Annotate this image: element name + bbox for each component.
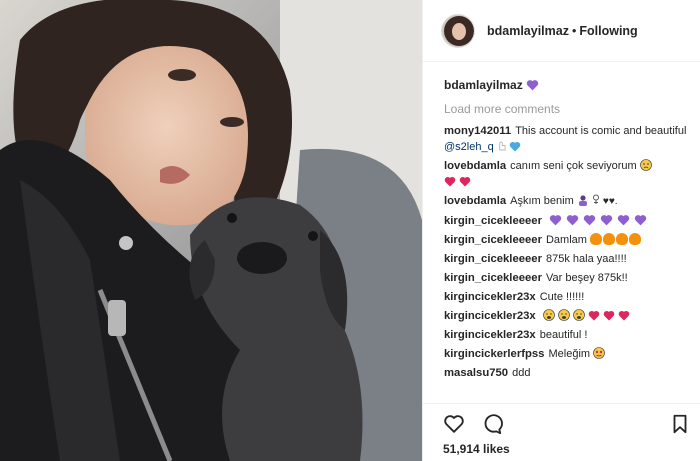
comment-item: kirgin_cicekleeeer 875k hala yaa!!!! (444, 251, 694, 267)
heart-eyes-face-icon (593, 347, 605, 359)
speech-bubble-icon[interactable] (481, 413, 503, 435)
caption-username[interactable]: bdamlayilmaz (444, 78, 523, 92)
load-more-comments-link[interactable]: Load more comments (444, 100, 694, 118)
crying-face-icon (558, 309, 570, 321)
comment-username[interactable]: kirgin_cicekleeeer (444, 253, 542, 265)
red-heart-icon (618, 310, 630, 321)
comment-text: This account is comic and beautiful (515, 125, 687, 137)
hand-icon (499, 141, 506, 151)
comment-text: beautiful ! (539, 329, 588, 341)
comment-username[interactable]: kirgin_cicekleeeer (444, 215, 542, 227)
following-button[interactable]: Following (579, 24, 637, 38)
red-heart-icon (588, 310, 600, 321)
comment-item: kirgincickerlerfpss Meleğim (444, 346, 694, 362)
crying-face-icon (542, 309, 555, 321)
crying-face-icon (573, 309, 585, 321)
comment-text: ddd (512, 367, 531, 379)
comment-item: kirgin_cicekleeeer Var beşey 875k!! (444, 270, 694, 286)
fire-icon (590, 233, 602, 245)
heart-outline-icon[interactable] (443, 413, 465, 435)
comment-username[interactable]: kirgincicekler23x (444, 329, 536, 341)
fire-icon (616, 233, 628, 245)
red-heart-icon (459, 176, 471, 187)
comment-username[interactable]: masalsu750 (444, 367, 508, 379)
comment-username[interactable]: kirgin_cicekleeeer (444, 272, 542, 284)
avatar[interactable] (441, 13, 475, 48)
comment-item: mony142011 This account is comic and beau… (444, 123, 694, 155)
comment-text: Damlam (545, 234, 587, 246)
purple-heart-icon (618, 215, 630, 226)
purple-heart-icon (549, 215, 562, 226)
comment-item: kirgin_cicekleeeer Damlam (444, 232, 694, 248)
post-actions-bar: 51,914 likes (423, 403, 700, 461)
purple-heart-icon (635, 215, 647, 226)
blue-heart-icon (509, 141, 521, 152)
comment-text: Cute !!!!!! (539, 291, 585, 303)
fire-icon (629, 233, 641, 245)
comment-username[interactable]: mony142011 (444, 125, 511, 137)
header-text: bdamlayilmaz • Following (487, 24, 638, 38)
comment-text: 875k hala yaa!!!! (545, 253, 627, 265)
comment-username[interactable]: lovebdamla (444, 160, 506, 172)
comment-username[interactable]: kirgincicekler23x (444, 291, 536, 303)
post-side-panel: bdamlayilmaz • Following bdamlayilmaz Load… (422, 0, 700, 461)
comment-username[interactable]: kirgin_cicekleeeer (444, 234, 542, 246)
like-count[interactable]: 51,914 likes (443, 442, 510, 456)
comment-item: lovebdamla canım seni çok seviyorum (444, 158, 694, 190)
comment-text: Aşkım benim (510, 195, 574, 207)
photo-illustration (0, 0, 422, 461)
comment-text: Meleğim (548, 348, 591, 360)
comment-item: masalsu750 ddd (444, 365, 694, 381)
purple-heart-icon (566, 215, 579, 226)
purple-heart-icon (601, 215, 613, 226)
red-heart-icon (603, 310, 615, 321)
comment-text: canım seni çok seviyorum (510, 160, 637, 172)
purple-heart-icon (583, 215, 596, 226)
caption: bdamlayilmaz (444, 76, 694, 94)
comment-username[interactable]: kirgincicekler23x (444, 310, 536, 322)
comment-text: Var beşey 875k!! (545, 272, 628, 284)
purple-heart-icon (526, 80, 539, 91)
comment-item: kirgincicekler23x beautiful ! (444, 327, 694, 343)
sad-face-icon (639, 159, 652, 171)
comment-item: kirgincicekler23x (444, 308, 694, 324)
post-photo[interactable] (0, 0, 422, 461)
fire-icon (603, 233, 615, 245)
header-separator: • (571, 23, 577, 38)
post-header: bdamlayilmaz • Following (423, 0, 700, 62)
comment-item: kirgincicekler23x Cute !!!!!! (444, 289, 694, 305)
woman-sign-icon (592, 194, 599, 204)
comment-username[interactable]: lovebdamla (444, 195, 506, 207)
comment-mention-link[interactable]: @s2leh_q (444, 141, 494, 153)
header-username[interactable]: bdamlayilmaz (487, 24, 569, 38)
comment-item: kirgin_cicekleeeer (444, 213, 694, 229)
comment-username[interactable]: kirgincickerlerfpss (444, 348, 544, 360)
comment-item: lovebdamla Aşkım benim ♥♥. (444, 194, 618, 207)
red-heart-icon (444, 176, 456, 187)
comment-list: bdamlayilmaz Load more comments mony1420… (444, 76, 694, 381)
bookmark-icon[interactable] (669, 413, 691, 435)
person-icon (578, 195, 587, 206)
